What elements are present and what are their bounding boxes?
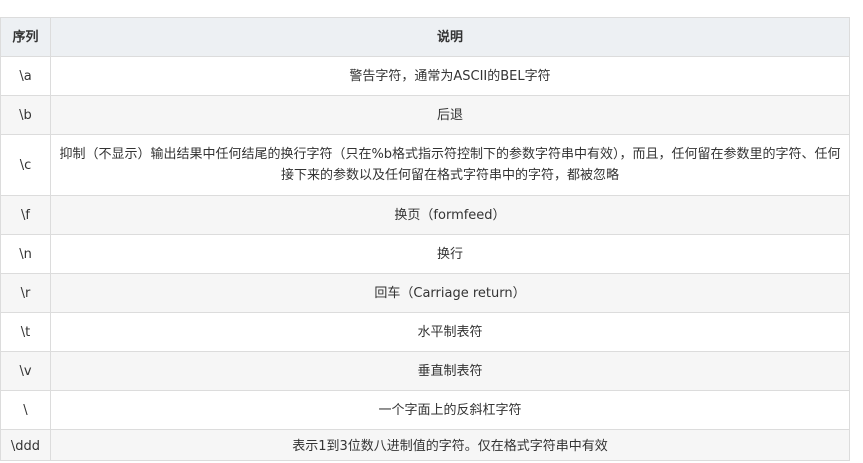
table-row: \v 垂直制表符	[0, 351, 850, 391]
escape-sequence-table: 序列 说明 \a 警告字符，通常为ASCII的BEL字符 \b 后退 \c 抑制…	[0, 17, 850, 461]
description-cell: 换页（formfeed）	[50, 195, 850, 235]
sequence-cell: \ddd	[0, 429, 51, 461]
sequence-cell: \v	[0, 351, 51, 391]
sequence-cell: \c	[0, 134, 51, 196]
description-cell: 后退	[50, 95, 850, 135]
header-sequence: 序列	[0, 17, 51, 57]
table-row: \a 警告字符，通常为ASCII的BEL字符	[0, 56, 850, 96]
sequence-cell: \f	[0, 195, 51, 235]
table-row: \ 一个字面上的反斜杠字符	[0, 390, 850, 430]
sequence-cell: \t	[0, 312, 51, 352]
header-description: 说明	[50, 17, 850, 57]
description-cell: 一个字面上的反斜杠字符	[50, 390, 850, 430]
sequence-cell: \	[0, 390, 51, 430]
description-cell: 垂直制表符	[50, 351, 850, 391]
description-cell: 水平制表符	[50, 312, 850, 352]
table-row: \f 换页（formfeed）	[0, 195, 850, 235]
table-row: \t 水平制表符	[0, 312, 850, 352]
description-cell: 换行	[50, 234, 850, 274]
sequence-cell: \b	[0, 95, 51, 135]
description-cell: 回车（Carriage return）	[50, 273, 850, 313]
description-cell: 表示1到3位数八进制值的字符。仅在格式字符串中有效	[50, 429, 850, 461]
table-row: \r 回车（Carriage return）	[0, 273, 850, 313]
description-cell: 警告字符，通常为ASCII的BEL字符	[50, 56, 850, 96]
table-row: \c 抑制（不显示）输出结果中任何结尾的换行字符（只在%b格式指示符控制下的参数…	[0, 134, 850, 196]
table-row: \ddd 表示1到3位数八进制值的字符。仅在格式字符串中有效	[0, 429, 850, 461]
sequence-cell: \n	[0, 234, 51, 274]
table-row: \n 换行	[0, 234, 850, 274]
description-cell: 抑制（不显示）输出结果中任何结尾的换行字符（只在%b格式指示符控制下的参数字符串…	[50, 134, 850, 196]
sequence-cell: \r	[0, 273, 51, 313]
table-header-row: 序列 说明	[0, 17, 850, 57]
table-row: \b 后退	[0, 95, 850, 135]
sequence-cell: \a	[0, 56, 51, 96]
